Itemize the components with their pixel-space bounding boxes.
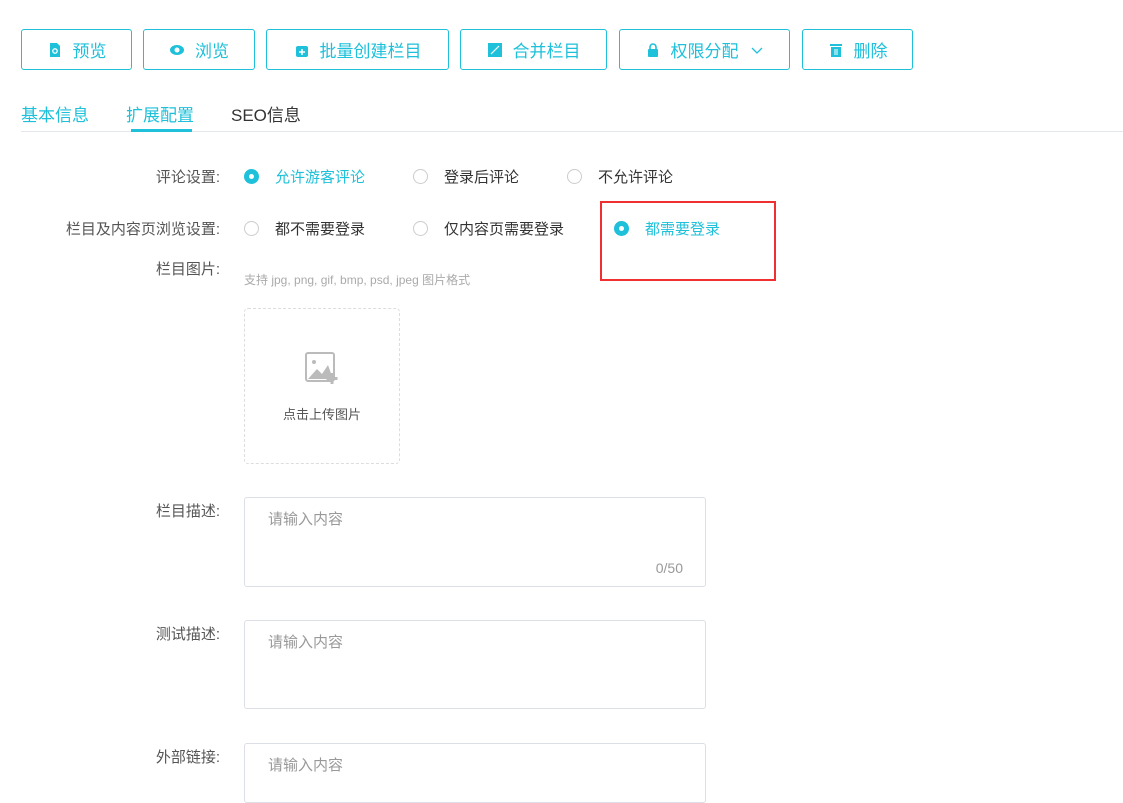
tab-extended-config[interactable]: 扩展配置 [126, 101, 194, 126]
image-format-hint: 支持 jpg, png, gif, bmp, psd, jpeg 图片格式 [244, 273, 471, 287]
upload-label: 点击上传图片 [282, 407, 361, 422]
comment-label: 评论设置: [155, 169, 220, 186]
desc-label: 栏目描述: [155, 503, 220, 520]
merge-button[interactable]: 合并栏目 [460, 29, 607, 70]
lock-icon [647, 42, 658, 57]
radio-content-login[interactable]: 仅内容页需要登录 [413, 218, 564, 239]
browse-button[interactable]: 浏览 [143, 29, 255, 70]
char-count: 0/50 [655, 560, 683, 576]
chevron-down-icon [751, 47, 762, 54]
tab-seo-info[interactable]: SEO信息 [231, 101, 301, 126]
radio-allow-guest-comment[interactable]: 允许游客评论 [244, 166, 365, 187]
radio-no-comment[interactable]: 不允许评论 [567, 166, 673, 187]
active-tab-indicator [131, 129, 192, 132]
highlight-box [600, 201, 776, 281]
tab-basic-info[interactable]: 基本信息 [21, 101, 89, 126]
stack-add-icon [295, 45, 308, 57]
external-link-input[interactable]: 请输入内容 [244, 743, 706, 803]
eye-icon [170, 44, 184, 55]
image-add-icon [305, 352, 338, 384]
radio-login-comment[interactable]: 登录后评论 [413, 166, 519, 187]
image-label: 栏目图片: [155, 261, 220, 278]
permission-dropdown[interactable]: 权限分配 [619, 29, 790, 70]
image-upload-area[interactable]: 点击上传图片 [244, 308, 400, 464]
external-link-label: 外部链接: [155, 749, 220, 766]
delete-button[interactable]: 删除 [802, 29, 913, 70]
desc-textarea[interactable]: 请输入内容 0/50 [244, 497, 706, 587]
test-desc-textarea[interactable]: 请输入内容 [244, 620, 706, 709]
trash-icon [829, 43, 842, 57]
batch-create-button[interactable]: 批量创建栏目 [266, 29, 449, 70]
file-search-icon [49, 42, 60, 57]
preview-button[interactable]: 预览 [21, 29, 132, 70]
test-desc-label: 测试描述: [155, 626, 220, 643]
browse-setting-label: 栏目及内容页浏览设置: [65, 221, 220, 238]
radio-no-login[interactable]: 都不需要登录 [244, 218, 365, 239]
merge-icon [487, 42, 502, 57]
